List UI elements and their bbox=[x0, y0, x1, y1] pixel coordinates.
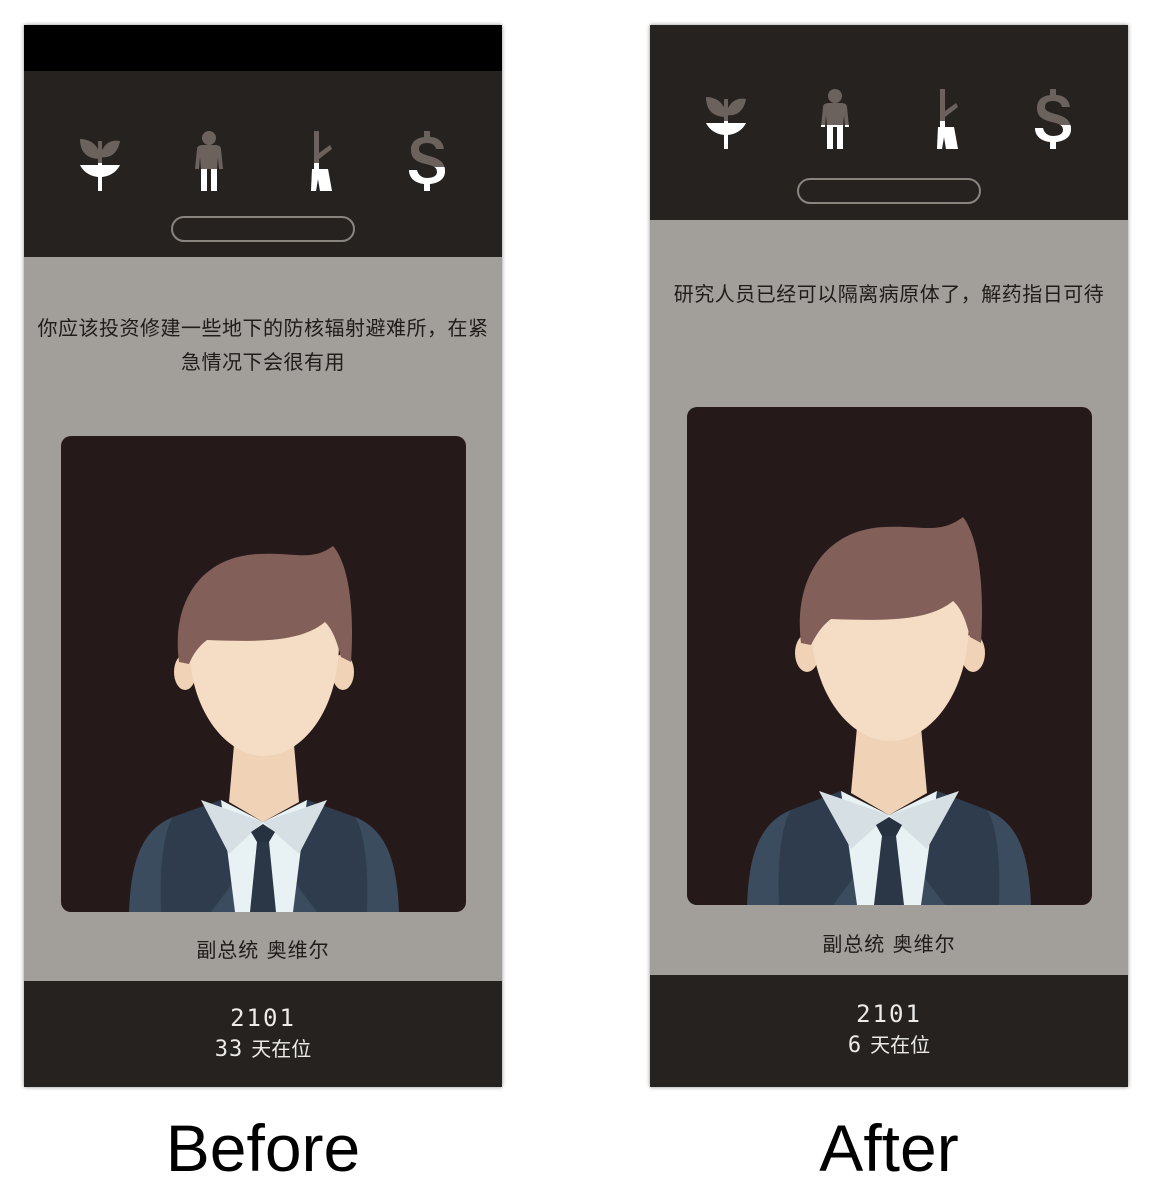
advisor-avatar bbox=[747, 517, 1031, 905]
days-in-office: 6 天在位 bbox=[650, 1029, 1128, 1062]
days-label: 天在位 bbox=[870, 1033, 931, 1057]
reign-footer: 2101 6 天在位 bbox=[650, 975, 1128, 1087]
advisor-avatar bbox=[129, 546, 399, 912]
dollar-icon bbox=[403, 129, 451, 193]
advice-text: 你应该投资修建一些地下的防核辐射避难所，在紧急情况下会很有用 bbox=[37, 316, 489, 374]
status-bar bbox=[24, 25, 502, 71]
card-progress-pill bbox=[797, 178, 981, 204]
stats-panel bbox=[24, 71, 502, 257]
days-in-office: 33 天在位 bbox=[24, 1033, 502, 1066]
card-progress-pill bbox=[171, 216, 355, 242]
screen-after: 研究人员已经可以隔离病原体了，解药指日可待 副总统 奥维尔 2101 6 天在位 bbox=[650, 25, 1128, 1087]
advisor-portrait[interactable] bbox=[61, 436, 466, 912]
person-icon bbox=[811, 87, 859, 151]
advice-text: 研究人员已经可以隔离病原体了，解药指日可待 bbox=[673, 282, 1105, 306]
speaker-name: 副总统 奥维尔 bbox=[196, 938, 330, 962]
plant-icon bbox=[702, 87, 750, 151]
caption-after: After bbox=[819, 1111, 959, 1185]
current-year: 2101 bbox=[230, 1004, 296, 1032]
stat-icons bbox=[650, 87, 1128, 151]
days-label: 天在位 bbox=[251, 1037, 312, 1061]
stats-panel bbox=[650, 25, 1128, 220]
screen-before: 你应该投资修建一些地下的防核辐射避难所，在紧急情况下会很有用 副总统 奥维尔 2… bbox=[24, 25, 502, 1087]
days-count: 33 bbox=[214, 1037, 244, 1062]
plant-icon bbox=[76, 129, 124, 193]
stat-icons bbox=[24, 129, 502, 193]
advisor-portrait[interactable] bbox=[687, 407, 1092, 905]
days-count: 6 bbox=[847, 1033, 863, 1058]
speaker-name: 副总统 奥维尔 bbox=[822, 932, 956, 956]
reign-footer: 2101 33 天在位 bbox=[24, 981, 502, 1087]
caption-before: Before bbox=[165, 1111, 361, 1185]
current-year: 2101 bbox=[856, 1000, 922, 1028]
rifle-icon bbox=[294, 129, 342, 193]
rifle-icon bbox=[920, 87, 968, 151]
person-icon bbox=[185, 129, 233, 193]
dollar-icon bbox=[1029, 87, 1077, 151]
